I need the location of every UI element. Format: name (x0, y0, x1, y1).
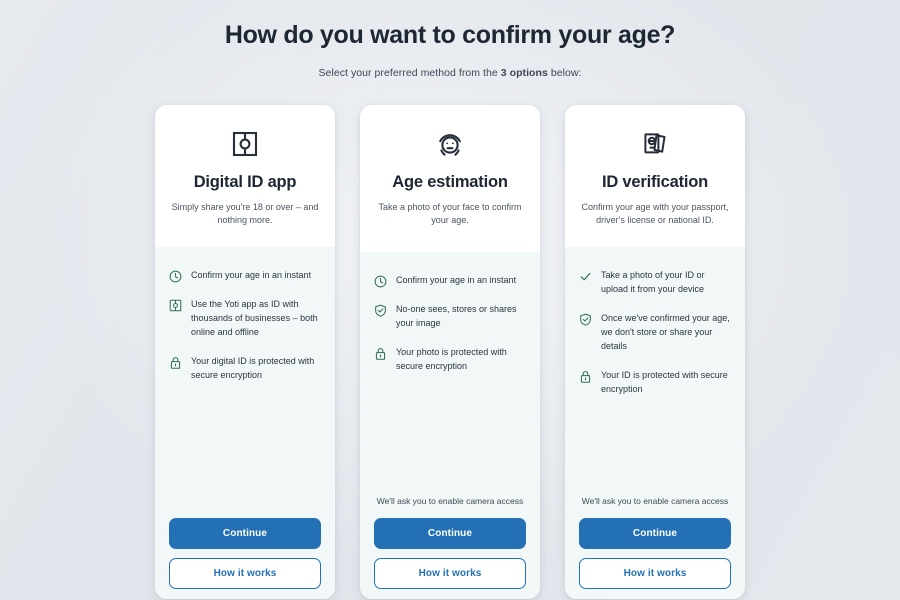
card-title: Digital ID app (193, 173, 297, 192)
subtitle-option-count: 3 options (500, 67, 548, 80)
feature-item: Once we've confirmed your age, we don't … (579, 312, 731, 354)
feature-item: Confirm your age in an instant (374, 274, 526, 288)
card-body: Confirm your age in an instant Use the Y… (155, 247, 335, 600)
feature-label: Once we've confirmed your age, we don't … (601, 313, 730, 352)
continue-button[interactable]: Continue (169, 518, 321, 550)
continue-button[interactable]: Continue (374, 518, 526, 550)
card-title: ID verification (601, 173, 709, 192)
page-subtitle: Select your preferred method from the 3 … (40, 67, 860, 79)
feature-label: Confirm your age in an instant (396, 275, 517, 286)
lock-icon (579, 369, 592, 383)
shield-check-icon (374, 303, 387, 317)
camera-access-note: We'll ask you to enable camera access (376, 495, 524, 506)
feature-label: Your photo is protected with secure encr… (396, 347, 507, 372)
card-description: Confirm your age with your passport, dri… (581, 202, 729, 226)
card-body: Confirm your age in an instant No-one se… (360, 252, 540, 600)
page-title: How do you want to confirm your age? (224, 21, 676, 49)
method-card-id-verification[interactable]: ID verification Confirm your age with yo… (565, 105, 745, 600)
card-body: Take a photo of your ID or upload it fro… (565, 247, 745, 600)
face-scan-icon (374, 127, 526, 161)
feature-item: Confirm your age in an instant (169, 269, 321, 283)
feature-item: Your photo is protected with secure encr… (374, 346, 526, 374)
page-header: How do you want to confirm your age? Sel… (0, 10, 900, 79)
card-footer: We'll ask you to enable camera access Co… (579, 483, 731, 590)
feature-item: Your digital ID is protected with secure… (169, 355, 321, 383)
feature-label: No-one sees, stores or shares your image (396, 304, 517, 329)
feature-label: Take a photo of your ID or upload it fro… (601, 270, 705, 295)
feature-label: Confirm your age in an instant (191, 270, 312, 281)
card-header: ID verification Confirm your age with yo… (565, 105, 745, 248)
age-verification-page: How do you want to confirm your age? Sel… (0, 0, 900, 600)
clock-icon (374, 274, 387, 288)
camera-access-note: We'll ask you to enable camera access (581, 495, 729, 506)
how-it-works-button[interactable]: How it works (579, 558, 731, 590)
feature-item: Take a photo of your ID or upload it fro… (579, 269, 731, 297)
card-header: Digital ID app Simply share you're 18 or… (155, 105, 335, 248)
card-footer: We'll ask you to enable camera access Co… (374, 483, 526, 590)
card-description: Take a photo of your face to confirm you… (378, 202, 522, 226)
card-title: Age estimation (392, 173, 508, 192)
feature-label: Your ID is protected with secure encrypt… (601, 370, 728, 394)
feature-label: Your digital ID is protected with secure… (191, 356, 315, 381)
id-card-icon (169, 298, 182, 312)
digital-id-icon (169, 127, 321, 161)
method-card-digital-id-app[interactable]: Digital ID app Simply share you're 18 or… (155, 105, 335, 600)
how-it-works-button[interactable]: How it works (169, 558, 321, 590)
feature-item: Your ID is protected with secure encrypt… (579, 369, 731, 397)
subtitle-text-before: Select your preferred method from the (318, 67, 501, 80)
check-icon (579, 269, 592, 283)
continue-button[interactable]: Continue (579, 518, 731, 550)
card-footer: Continue How it works (169, 506, 321, 590)
how-it-works-button[interactable]: How it works (374, 558, 526, 590)
method-card-age-estimation[interactable]: Age estimation Take a photo of your face… (360, 105, 540, 600)
feature-item: Use the Yoti app as ID with thousands of… (169, 298, 321, 340)
feature-label: Use the Yoti app as ID with thousands of… (191, 299, 318, 338)
card-header: Age estimation Take a photo of your face… (360, 105, 540, 253)
clock-icon (169, 269, 182, 283)
feature-list: Confirm your age in an instant No-one se… (374, 274, 526, 374)
feature-list: Take a photo of your ID or upload it fro… (579, 269, 731, 397)
passport-documents-icon (579, 127, 731, 161)
shield-check-icon (579, 312, 592, 326)
feature-item: No-one sees, stores or shares your image (374, 303, 526, 331)
method-cards-container: Digital ID app Simply share you're 18 or… (0, 105, 900, 600)
lock-icon (169, 355, 182, 369)
feature-list: Confirm your age in an instant Use the Y… (169, 269, 321, 383)
card-description: Simply share you're 18 or over – and not… (171, 202, 319, 226)
lock-icon (374, 346, 387, 360)
subtitle-text-after: below: (547, 67, 582, 80)
